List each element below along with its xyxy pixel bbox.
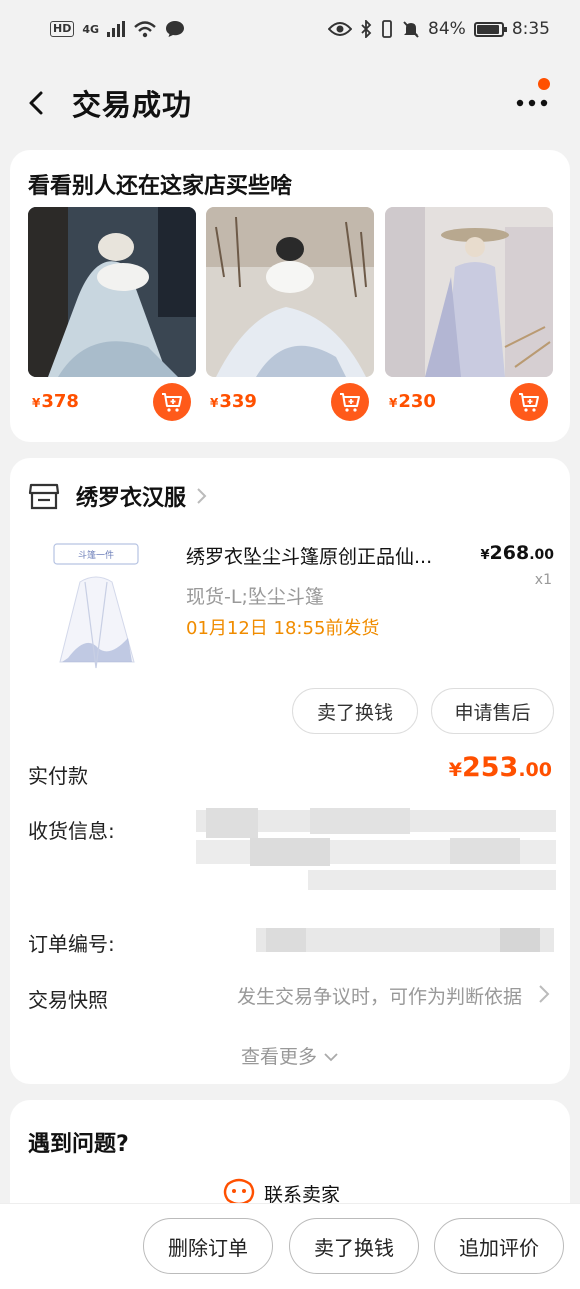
recommended-product[interactable]: ¥378 xyxy=(28,207,196,421)
signal-icon xyxy=(107,21,126,37)
back-arrow-icon[interactable] xyxy=(22,88,52,118)
eye-icon xyxy=(328,22,353,36)
recommendation-card: 看看别人还在这家店买些啥 ¥378 ¥339 ¥230 xyxy=(10,150,570,442)
recommended-product[interactable]: ¥230 xyxy=(385,207,553,421)
mute-bell-icon xyxy=(403,21,419,38)
resell-bottom-button[interactable]: 卖了换钱 xyxy=(289,1218,419,1274)
product-price: ¥339 xyxy=(210,391,257,412)
product-image[interactable] xyxy=(28,207,196,377)
paid-label: 实付款 xyxy=(28,764,88,788)
delete-order-button[interactable]: 删除订单 xyxy=(143,1218,273,1274)
shipping-deadline: 01月12日 18:55前发货 xyxy=(186,618,380,639)
chevron-down-icon xyxy=(324,1053,338,1062)
product-tag: 斗篷一件 xyxy=(78,549,114,561)
help-title: 遇到问题? xyxy=(28,1132,129,1157)
recommended-product[interactable]: ¥339 xyxy=(206,207,374,421)
product-quantity: x1 xyxy=(534,572,552,588)
cart-icon xyxy=(340,393,360,412)
cart-icon xyxy=(519,393,539,412)
wifi-icon xyxy=(134,21,156,38)
add-to-cart-button[interactable] xyxy=(510,383,548,421)
product-sku: 现货-L;坠尘斗篷 xyxy=(186,586,324,608)
cart-icon xyxy=(162,393,182,412)
status-bar: HD 4G 84% 8:35 xyxy=(0,0,580,58)
order-number-label: 订单编号: xyxy=(28,932,115,956)
shop-header[interactable]: 绣罗衣汉服 xyxy=(28,480,208,512)
add-to-cart-button[interactable] xyxy=(331,383,369,421)
after-sale-button[interactable]: 申请售后 xyxy=(431,688,554,734)
product-price: ¥268.00 xyxy=(480,542,554,564)
address-label: 收货信息: xyxy=(28,819,115,843)
vibrate-icon xyxy=(382,20,392,38)
recommendation-title: 看看别人还在这家店买些啥 xyxy=(28,174,293,199)
ordered-product-image[interactable]: 斗篷一件 xyxy=(40,538,152,678)
bottom-action-bar: 删除订单 卖了换钱 追加评价 xyxy=(0,1203,580,1289)
shop-name[interactable]: 绣罗衣汉服 xyxy=(76,480,186,512)
product-price: ¥378 xyxy=(32,391,79,412)
snapshot-description[interactable]: 发生交易争议时，可作为判断依据 xyxy=(237,982,522,1009)
product-price: ¥230 xyxy=(389,391,436,412)
bluetooth-icon xyxy=(361,20,372,38)
chevron-right-icon[interactable] xyxy=(538,984,550,1004)
battery-percent: 84% xyxy=(428,19,466,39)
add-review-button[interactable]: 追加评价 xyxy=(434,1218,564,1274)
battery-icon xyxy=(473,21,507,37)
chevron-right-icon xyxy=(197,488,207,504)
network-indicator: 4G xyxy=(82,22,100,36)
message-icon xyxy=(166,21,185,37)
more-options-icon[interactable] xyxy=(512,88,552,118)
product-image[interactable] xyxy=(206,207,374,377)
product-image[interactable] xyxy=(385,207,553,377)
see-more-toggle[interactable]: 查看更多 xyxy=(10,1042,570,1069)
hd-indicator: HD xyxy=(50,21,75,37)
page-title: 交易成功 xyxy=(72,88,193,122)
product-title[interactable]: 绣罗衣坠尘斗篷原创正品仙... xyxy=(186,542,466,569)
see-more-label: 查看更多 xyxy=(240,1046,317,1068)
notification-dot xyxy=(538,78,550,90)
order-card: 绣罗衣汉服 斗篷一件 绣罗衣坠尘斗篷原创正品仙... ¥268.00 x1 现货… xyxy=(10,458,570,1084)
top-nav: 交易成功 xyxy=(0,66,580,142)
paid-amount: ¥253.00 xyxy=(448,752,552,783)
add-to-cart-button[interactable] xyxy=(153,383,191,421)
clock-time: 8:35 xyxy=(511,19,550,39)
shop-icon xyxy=(28,483,60,510)
resell-button[interactable]: 卖了换钱 xyxy=(292,688,418,734)
snapshot-label[interactable]: 交易快照 xyxy=(28,984,108,1013)
